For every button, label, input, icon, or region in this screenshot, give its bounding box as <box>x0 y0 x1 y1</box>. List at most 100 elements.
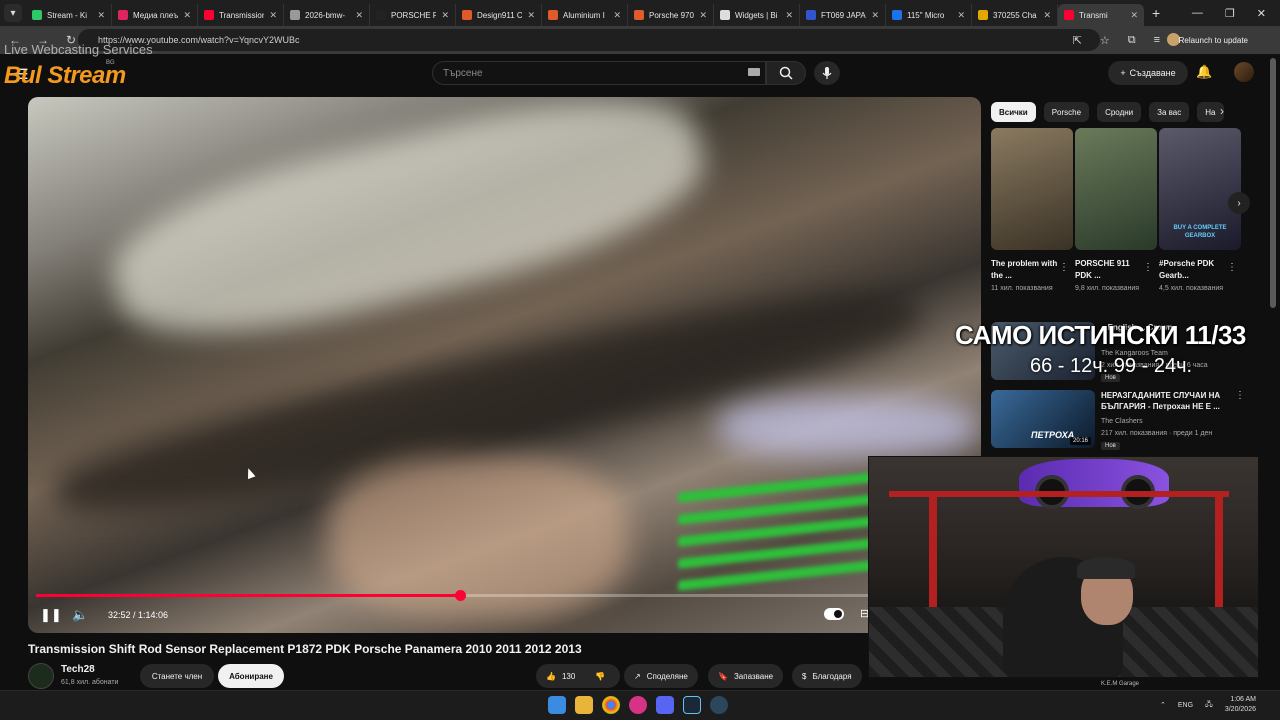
channel-name[interactable]: Tech28 <box>61 664 95 675</box>
close-tab-icon[interactable]: ✕ <box>1130 10 1138 21</box>
thanks-button[interactable]: $ Благодаря <box>792 664 862 688</box>
search-button[interactable] <box>766 61 806 85</box>
search-input[interactable]: Търсене <box>432 61 766 85</box>
chrome-icon[interactable] <box>602 696 620 714</box>
close-tab-icon[interactable]: ✕ <box>957 10 965 21</box>
browser-tab[interactable]: 115" Micro ✕ <box>886 4 972 26</box>
short-thumbnail[interactable] <box>991 128 1073 250</box>
close-window-icon[interactable]: ✕ <box>1257 7 1266 20</box>
browser-tab[interactable]: 370255 Cha ✕ <box>972 4 1058 26</box>
more-options-icon[interactable]: ⋮ <box>1235 390 1245 401</box>
close-tab-icon[interactable]: ✕ <box>1043 10 1051 21</box>
bookmark-star-icon[interactable]: ☆ <box>1100 34 1110 47</box>
short-title[interactable]: #Porsche PDK Gearb... <box>1159 258 1227 282</box>
browser-tab[interactable]: Transmi ✕ <box>1058 4 1144 26</box>
filter-chip[interactable]: Всички <box>991 102 1036 122</box>
notifications-bell-icon[interactable]: 🔔 <box>1196 64 1212 80</box>
stream-logo[interactable]: Bul Stream <box>4 62 126 90</box>
tray-chevron-icon[interactable]: ⌃ <box>1160 701 1166 709</box>
tab-search-icon[interactable]: ▾ <box>4 4 22 22</box>
short-title[interactable]: PORSCHE 911 PDK ... <box>1075 258 1143 282</box>
address-bar[interactable]: https://www.youtube.com/watch?v=YqncvY2W… <box>78 29 1100 51</box>
chips-next-icon[interactable]: › <box>1220 104 1224 118</box>
page-scrollbar[interactable] <box>1270 58 1276 308</box>
channel-avatar[interactable] <box>28 663 54 689</box>
voice-search-button[interactable] <box>814 61 840 85</box>
save-button[interactable]: 🔖 Запазване <box>708 664 784 688</box>
channel-name[interactable]: The Clashers <box>1101 418 1143 425</box>
install-icon[interactable]: ⇱ <box>1073 34 1082 47</box>
close-tab-icon[interactable]: ✕ <box>871 10 879 21</box>
video-thumbnail[interactable]: ПЕТРОХА 20:16 <box>991 390 1095 448</box>
close-tab-icon[interactable]: ✕ <box>785 10 793 21</box>
join-button[interactable]: Станете член <box>140 664 214 688</box>
browser-tab[interactable]: Медиа плеъ ✕ <box>112 4 198 26</box>
new-tab-icon[interactable]: + <box>1152 5 1160 21</box>
more-options-icon[interactable]: ⋮ <box>1227 262 1237 273</box>
filter-chip[interactable]: За вас <box>1149 102 1190 122</box>
minimize-icon[interactable]: — <box>1192 7 1203 19</box>
browser-tab[interactable]: Porsche 970 ✕ <box>628 4 714 26</box>
more-options-icon[interactable]: ⋮ <box>1059 262 1069 273</box>
filter-chips: Всички Porsche Сродни За вас На <box>991 102 1224 122</box>
close-tab-icon[interactable]: ✕ <box>699 10 707 21</box>
video-player[interactable]: ❚❚ 🔈 32:52 / 1:14:06 ⊟ <box>28 97 981 633</box>
account-avatar[interactable] <box>1234 62 1254 82</box>
tab-favicon-icon <box>548 10 558 20</box>
close-tab-icon[interactable]: ✕ <box>183 10 191 21</box>
media-controls-icon[interactable]: ≡ <box>1154 34 1160 46</box>
close-tab-icon[interactable]: ✕ <box>97 10 105 21</box>
volume-icon[interactable]: 🔈 <box>72 607 88 623</box>
progress-scrubber[interactable] <box>454 590 466 601</box>
close-tab-icon[interactable]: ✕ <box>613 10 621 21</box>
close-tab-icon[interactable]: ✕ <box>441 10 449 21</box>
close-tab-icon[interactable]: ✕ <box>527 10 535 21</box>
browser-tab[interactable]: FT069 JAPAN ✕ <box>800 4 886 26</box>
short-card[interactable]: PORSCHE 911 PDK ... 9,8 хил. показвания … <box>1075 128 1157 314</box>
tab-title: Porsche 970 <box>649 10 694 20</box>
browser-tab[interactable]: PORSCHE PA ✕ <box>370 4 456 26</box>
browser-tab[interactable]: Aluminium I ✕ <box>542 4 628 26</box>
short-thumbnail[interactable] <box>1075 128 1157 250</box>
filter-chip[interactable]: Porsche <box>1043 102 1090 122</box>
subscribe-button[interactable]: Абониране <box>218 664 284 688</box>
lift-beam <box>889 491 1229 497</box>
short-card[interactable]: BUY A COMPLETE GEARBOX #Porsche PDK Gear… <box>1159 128 1241 314</box>
progress-bar[interactable] <box>36 590 973 601</box>
close-tab-icon[interactable]: ✕ <box>269 10 277 21</box>
extensions-icon[interactable]: ⧉ <box>1128 34 1136 47</box>
video-title[interactable]: НЕРАЗГАДАНИТЕ СЛУЧАИ НА БЪЛГАРИЯ - Петро… <box>1101 390 1229 412</box>
network-icon[interactable]: 🖧 <box>1205 700 1213 711</box>
relaunch-button[interactable]: Relaunch to update <box>1171 31 1256 49</box>
browser-tab[interactable]: 2026-bmw- ✕ <box>284 4 370 26</box>
maximize-icon[interactable]: ❐ <box>1225 7 1235 20</box>
short-card[interactable]: The problem with the ... 11 хил. показва… <box>991 128 1073 314</box>
keyboard-icon[interactable] <box>748 68 760 76</box>
browser-tab[interactable]: Design911 C ✕ <box>456 4 542 26</box>
discord-icon[interactable] <box>656 696 674 714</box>
recommended-video-2[interactable]: ПЕТРОХА 20:16 НЕРАЗГАДАНИТЕ СЛУЧАИ НА БЪ… <box>991 390 1251 450</box>
create-button[interactable]: + Създаване <box>1108 61 1188 85</box>
browser-tab[interactable]: Widgets | Bi ✕ <box>714 4 800 26</box>
filter-chip[interactable]: Сродни <box>1097 102 1142 122</box>
like-icon[interactable]: 👍 <box>546 672 556 681</box>
short-title[interactable]: The problem with the ... <box>991 258 1059 282</box>
windows-start-icon[interactable] <box>548 696 566 714</box>
shorts-next-icon[interactable]: › <box>1228 192 1250 214</box>
app-icon[interactable] <box>629 696 647 714</box>
close-tab-icon[interactable]: ✕ <box>355 10 363 21</box>
file-explorer-icon[interactable] <box>575 696 593 714</box>
steam-icon[interactable] <box>683 696 701 714</box>
thanks-icon: $ <box>802 671 807 681</box>
pause-icon[interactable]: ❚❚ <box>40 607 62 623</box>
language-indicator[interactable]: ENG <box>1178 702 1193 709</box>
share-button[interactable]: ↗ Споделяне <box>624 664 698 688</box>
browser-tab[interactable]: Transmission ✕ <box>198 4 284 26</box>
autoplay-toggle[interactable] <box>824 608 844 620</box>
browser-tab[interactable]: Stream - Ki ✕ <box>26 4 112 26</box>
obs-icon[interactable] <box>710 696 728 714</box>
more-options-icon[interactable]: ⋮ <box>1143 262 1153 273</box>
short-thumbnail[interactable]: BUY A COMPLETE GEARBOX <box>1159 128 1241 250</box>
clock[interactable]: 1:06 AM 3/20/2026 <box>1225 695 1256 715</box>
dislike-icon[interactable]: 👎 <box>595 672 605 681</box>
